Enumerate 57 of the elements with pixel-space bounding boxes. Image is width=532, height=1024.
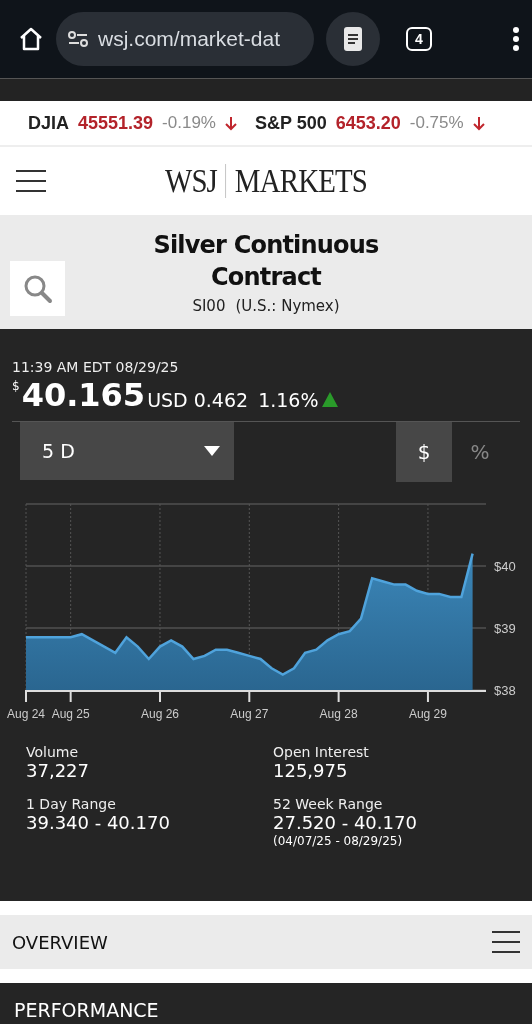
stat-label: Open Interest — [273, 744, 370, 760]
section-title: OVERVIEW — [12, 931, 108, 953]
symbol: SI00 — [192, 297, 226, 315]
axis-label: Aug 24 — [7, 707, 45, 721]
site-settings-icon[interactable] — [68, 31, 88, 47]
search-button[interactable] — [10, 261, 65, 316]
exchange: (U.S.: Nymex) — [235, 297, 340, 315]
section-header[interactable]: OVERVIEW — [0, 915, 532, 969]
stat-value: 39.340 - 40.170 — [26, 812, 171, 834]
currency: USD — [147, 388, 188, 413]
ticker-value: 45551.39 — [78, 112, 154, 134]
axis-label: Aug 28 — [319, 707, 358, 721]
menu-icon[interactable] — [16, 169, 46, 193]
address-bar[interactable]: wsj.com/market-dat — [56, 12, 314, 66]
arrow-down-icon — [224, 115, 237, 131]
axis-label: Aug 27 — [230, 707, 269, 721]
axis-label: $40 — [494, 559, 516, 574]
stat-value: 27.520 - 40.170 — [273, 812, 418, 834]
up-triangle-icon — [320, 391, 339, 408]
stat-value: 37,227 — [26, 760, 90, 782]
unit-toggle[interactable]: $ — [396, 422, 452, 482]
instrument-title: Silver Continuous Contract — [152, 230, 380, 293]
stat-note: (04/07/25 - 08/29/25) — [273, 834, 404, 848]
search-icon — [22, 273, 53, 304]
axis-label: Aug 29 — [408, 707, 447, 721]
ticker-change: -0.19% — [162, 113, 216, 133]
logo[interactable]: WSJ MARKETS — [79, 162, 453, 200]
section-title: PERFORMANCE — [14, 999, 159, 1021]
axis-label: Aug 25 — [51, 707, 90, 721]
stat-label: 1 Day Range — [26, 796, 117, 812]
axis-label: Aug 26 — [140, 707, 179, 721]
stat-label: 52 Week Range — [273, 796, 384, 812]
ticker-name[interactable]: S&P 500 — [254, 112, 327, 134]
url-text: wsj.com/market-dat — [98, 27, 281, 51]
reader-mode-button[interactable] — [326, 12, 380, 66]
ticker-name[interactable]: DJIA — [28, 112, 69, 134]
currency-symbol: $ — [12, 379, 20, 393]
unit-toggle[interactable]: % — [452, 422, 508, 482]
document-icon — [343, 26, 363, 52]
ticker-value: 6453.20 — [335, 112, 401, 134]
arrow-down-icon — [472, 115, 485, 131]
more-menu-icon[interactable] — [512, 26, 520, 52]
ticker-change: -0.75% — [409, 113, 464, 133]
price-change: 0.462 — [193, 388, 249, 413]
stat-label: Volume — [26, 744, 80, 760]
caret-icon — [204, 446, 220, 456]
home-icon[interactable] — [18, 26, 44, 52]
section-header[interactable]: PERFORMANCE — [0, 983, 532, 1024]
stat-value: 125,975 — [273, 760, 349, 782]
tab-count-button[interactable]: 4 — [406, 27, 432, 51]
timestamp: 11:39 AM EDT 08/29/25 — [11, 359, 180, 375]
price: 40.165 — [21, 377, 146, 413]
axis-label: $38 — [494, 683, 516, 698]
range-dropdown[interactable]: 5 D — [20, 422, 234, 480]
menu-icon[interactable] — [492, 930, 520, 954]
axis-label: $39 — [494, 621, 516, 636]
percent-change: 1.16% — [258, 388, 319, 413]
